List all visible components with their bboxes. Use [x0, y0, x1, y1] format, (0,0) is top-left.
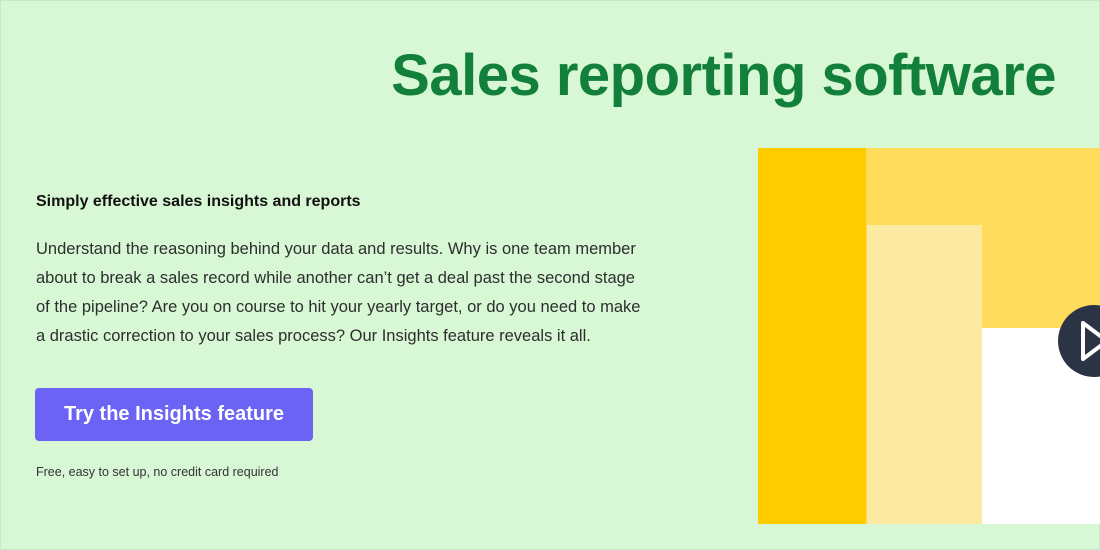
signup-note: Free, easy to set up, no credit card req… [36, 465, 279, 479]
description-line-4: a drastic correction to your sales proce… [36, 327, 591, 345]
description-line-3: of the pipeline? Are you on course to hi… [36, 298, 641, 316]
video-thumbnail[interactable] [758, 148, 1100, 524]
page-title: Sales reporting software [391, 43, 1056, 108]
description-paragraph: Understand the reasoning behind your dat… [36, 235, 726, 351]
chart-bar-dark-yellow [758, 148, 866, 524]
description-line-1: Understand the reasoning behind your dat… [36, 240, 636, 258]
try-insights-button[interactable]: Try the Insights feature [35, 388, 313, 441]
section-subtitle: Simply effective sales insights and repo… [36, 193, 361, 210]
play-icon [1081, 321, 1100, 361]
chart-bar-pale-yellow [867, 225, 982, 524]
description-line-2: about to break a sales record while anot… [36, 269, 635, 287]
